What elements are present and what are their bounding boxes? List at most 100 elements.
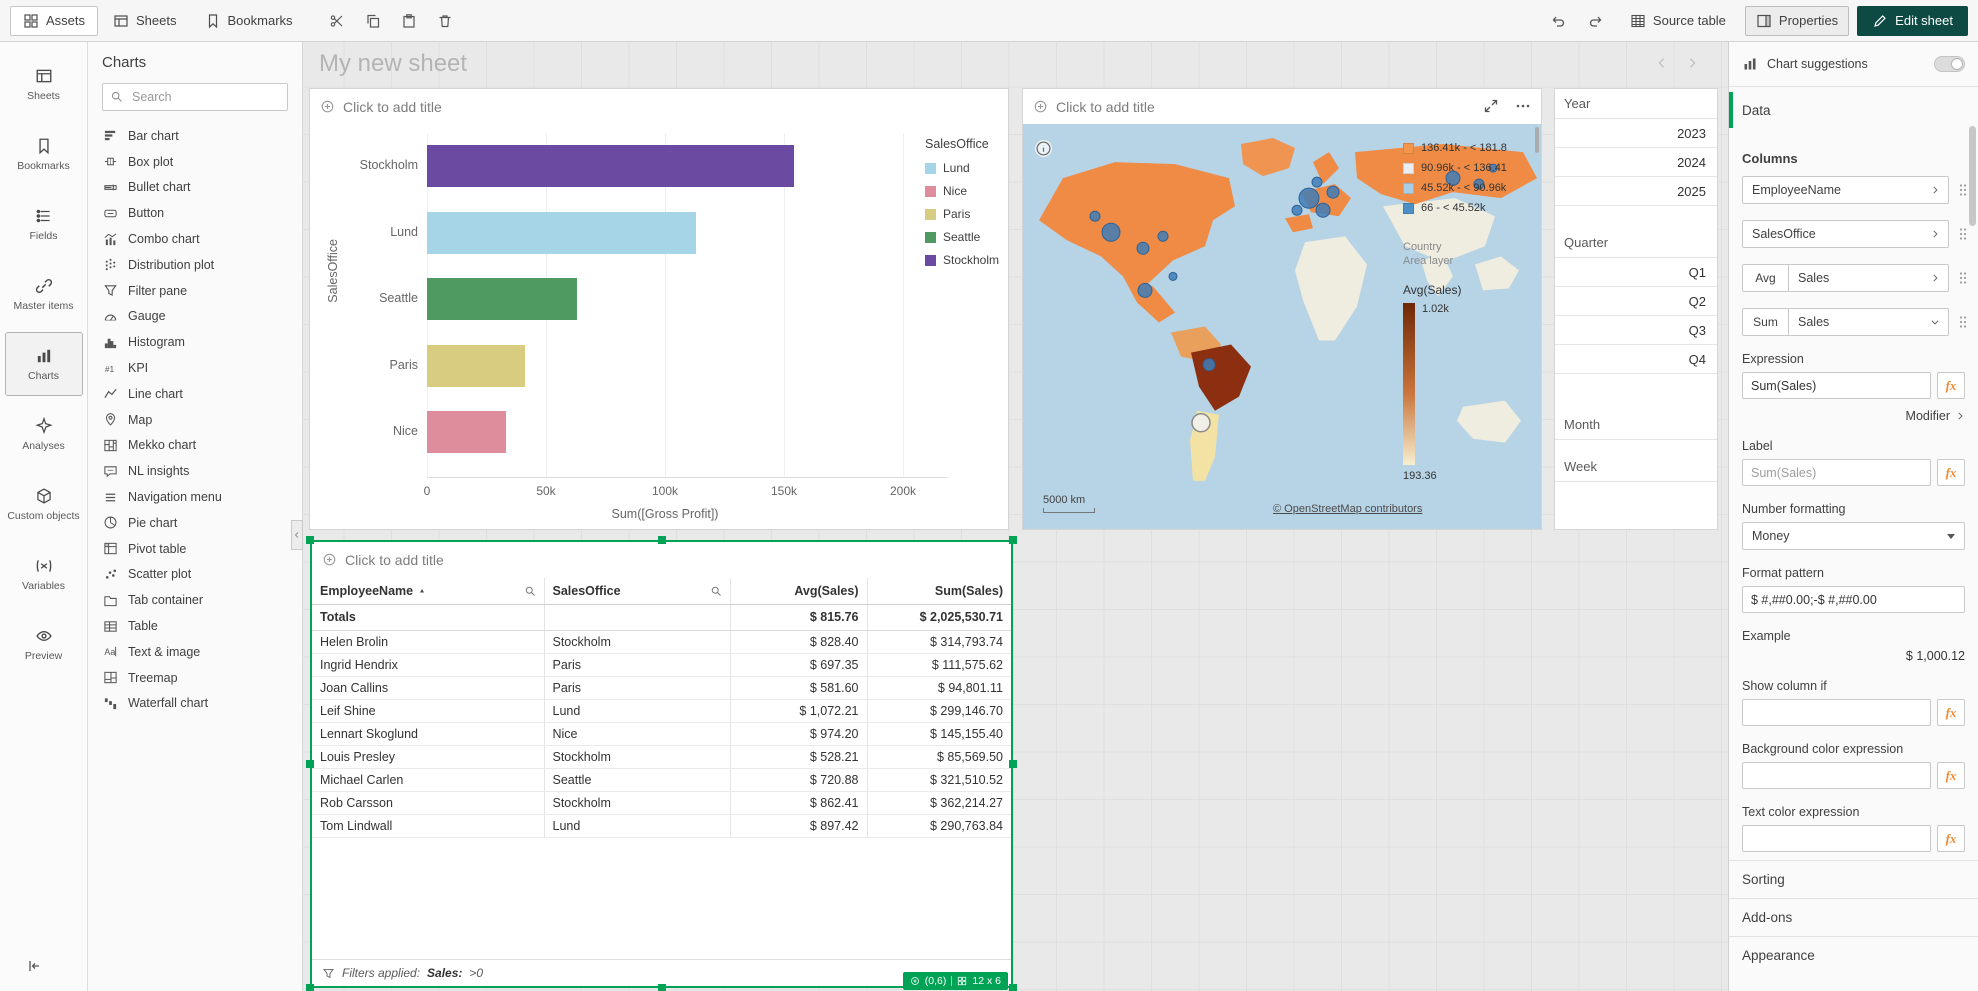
fx-show-column-button[interactable]: fx — [1937, 699, 1965, 726]
table-cell[interactable]: $ 85,569.50 — [867, 745, 1011, 768]
paste-button[interactable] — [394, 6, 424, 36]
topbar-tab-assets[interactable]: Assets — [10, 6, 98, 36]
table-cell[interactable]: Paris — [544, 653, 730, 676]
chart-title-placeholder[interactable]: Click to add title — [310, 89, 1008, 124]
table-cell[interactable]: Louis Presley — [312, 745, 544, 768]
filter-section-quarter[interactable]: Quarter — [1555, 228, 1717, 258]
bar-nice[interactable] — [427, 411, 506, 453]
map-title-placeholder[interactable]: Click to add title — [1023, 89, 1541, 124]
sidebar-item-master-items[interactable]: Master items — [5, 262, 83, 326]
table-cell[interactable]: $ 362,214.27 — [867, 791, 1011, 814]
topbar-tab-sheets[interactable]: Sheets — [100, 6, 189, 36]
filter-value-2024[interactable]: 2024 — [1555, 148, 1717, 177]
table-cell[interactable]: Helen Brolin — [312, 630, 544, 653]
chart-type-scatter-plot[interactable]: Scatter plot — [88, 562, 302, 588]
sidebar-item-sheets[interactable]: Sheets — [5, 52, 83, 116]
table-cell[interactable]: $ 697.35 — [730, 653, 867, 676]
table-cell[interactable]: $ 145,155.40 — [867, 722, 1011, 745]
resize-handle-se[interactable] — [1009, 984, 1017, 991]
properties-scrollbar[interactable] — [1969, 126, 1976, 226]
search-icon[interactable] — [524, 585, 536, 597]
legend-item-stockholm[interactable]: Stockholm — [925, 253, 1007, 267]
aggregation-label[interactable]: Sum — [1743, 309, 1789, 335]
copy-button[interactable] — [358, 6, 388, 36]
chart-type-nl-insights[interactable]: NL insights — [88, 458, 302, 484]
table-cell[interactable]: Stockholm — [544, 630, 730, 653]
table-cell[interactable]: Stockholm — [544, 745, 730, 768]
table-cell[interactable]: Rob Carsson — [312, 791, 544, 814]
table-cell[interactable]: Nice — [544, 722, 730, 745]
map-scrollbar[interactable] — [1535, 127, 1539, 153]
table-cell[interactable]: Joan Callins — [312, 676, 544, 699]
table-cell[interactable]: $ 974.20 — [730, 722, 867, 745]
table-cell[interactable]: $ 828.40 — [730, 630, 867, 653]
table-object-selected[interactable]: Click to add title EmployeeNameSalesOffi… — [310, 540, 1013, 988]
bar-paris[interactable] — [427, 345, 525, 387]
chart-type-table[interactable]: Table — [88, 613, 302, 639]
chart-type-distribution-plot[interactable]: Distribution plot — [88, 252, 302, 278]
column-header-employeename[interactable]: EmployeeName — [312, 578, 544, 604]
number-formatting-select[interactable]: Money — [1742, 522, 1965, 550]
background-color-input[interactable] — [1742, 762, 1931, 789]
cut-button[interactable] — [322, 6, 352, 36]
delete-button[interactable] — [430, 6, 460, 36]
search-icon[interactable] — [710, 585, 722, 597]
chart-type-bar-chart[interactable]: Bar chart — [88, 123, 302, 149]
chart-type-kpi[interactable]: #1KPI — [88, 355, 302, 381]
fx-background-color-button[interactable]: fx — [1937, 762, 1965, 789]
info-icon[interactable] — [1035, 140, 1052, 157]
chart-type-map[interactable]: Map — [88, 407, 302, 433]
legend-item-lund[interactable]: Lund — [925, 161, 1007, 175]
resize-handle-ne[interactable] — [1009, 536, 1017, 544]
filter-section-year[interactable]: Year — [1555, 89, 1717, 119]
filter-value-2025[interactable]: 2025 — [1555, 177, 1717, 206]
chart-type-combo-chart[interactable]: Combo chart — [88, 226, 302, 252]
column-header-salesoffice[interactable]: SalesOffice — [544, 578, 730, 604]
chart-type-text-image[interactable]: AaText & image — [88, 639, 302, 665]
sidebar-item-bookmarks[interactable]: Bookmarks — [5, 122, 83, 186]
chart-type-tab-container[interactable]: Tab container — [88, 587, 302, 613]
undo-button[interactable] — [1543, 6, 1573, 36]
filter-value-q3[interactable]: Q3 — [1555, 316, 1717, 345]
table-cell[interactable]: $ 581.60 — [730, 676, 867, 699]
table-cell[interactable]: Paris — [544, 676, 730, 699]
previous-sheet-button[interactable] — [1655, 56, 1669, 70]
bar-chart-object[interactable]: Click to add title SalesOffice Stockholm… — [309, 88, 1009, 530]
filter-value-2023[interactable]: 2023 — [1555, 119, 1717, 148]
section-appearance[interactable]: Appearance — [1729, 936, 1978, 974]
table-cell[interactable]: $ 1,072.21 — [730, 699, 867, 722]
table-cell[interactable]: Ingrid Hendrix — [312, 653, 544, 676]
chart-type-filter-pane[interactable]: Filter pane — [88, 278, 302, 304]
column-header-avg-sales[interactable]: Avg(Sales) — [730, 578, 867, 604]
chart-type-line-chart[interactable]: Line chart — [88, 381, 302, 407]
properties-button[interactable]: Properties — [1745, 6, 1849, 36]
bar-seattle[interactable] — [427, 278, 577, 320]
chart-type-navigation-menu[interactable]: Navigation menu — [88, 484, 302, 510]
table-cell[interactable]: $ 94,801.11 — [867, 676, 1011, 699]
filter-value-q1[interactable]: Q1 — [1555, 258, 1717, 287]
table-cell[interactable]: $ 299,146.70 — [867, 699, 1011, 722]
table-cell[interactable]: $ 528.21 — [730, 745, 867, 768]
table-cell[interactable]: Leif Shine — [312, 699, 544, 722]
fx-label-button[interactable]: fx — [1937, 459, 1965, 486]
section-add-ons[interactable]: Add-ons — [1729, 898, 1978, 936]
table-cell[interactable]: $ 897.42 — [730, 814, 867, 837]
sidebar-item-fields[interactable]: Fields — [5, 192, 83, 256]
table-cell[interactable]: Seattle — [544, 768, 730, 791]
map-viewport[interactable]: 136.41k - < 181.890.96k - < 136.4145.52k… — [1023, 124, 1541, 529]
expand-icon[interactable] — [1483, 98, 1499, 114]
chart-type-button[interactable]: Button — [88, 200, 302, 226]
table-cell[interactable]: $ 314,793.74 — [867, 630, 1011, 653]
filter-section-week[interactable]: Week — [1555, 452, 1717, 482]
table-cell[interactable]: Lund — [544, 814, 730, 837]
drag-handle-icon[interactable] — [1955, 226, 1971, 242]
table-cell[interactable]: Stockholm — [544, 791, 730, 814]
table-title-placeholder[interactable]: Click to add title — [312, 542, 1011, 577]
table-cell[interactable]: $ 720.88 — [730, 768, 867, 791]
table-cell[interactable]: Tom Lindwall — [312, 814, 544, 837]
resize-handle-n[interactable] — [658, 536, 666, 544]
chart-type-box-plot[interactable]: Box plot — [88, 149, 302, 175]
table-cell[interactable]: $ 111,575.62 — [867, 653, 1011, 676]
table-cell[interactable]: $ 290,763.84 — [867, 814, 1011, 837]
resize-handle-nw[interactable] — [306, 536, 314, 544]
